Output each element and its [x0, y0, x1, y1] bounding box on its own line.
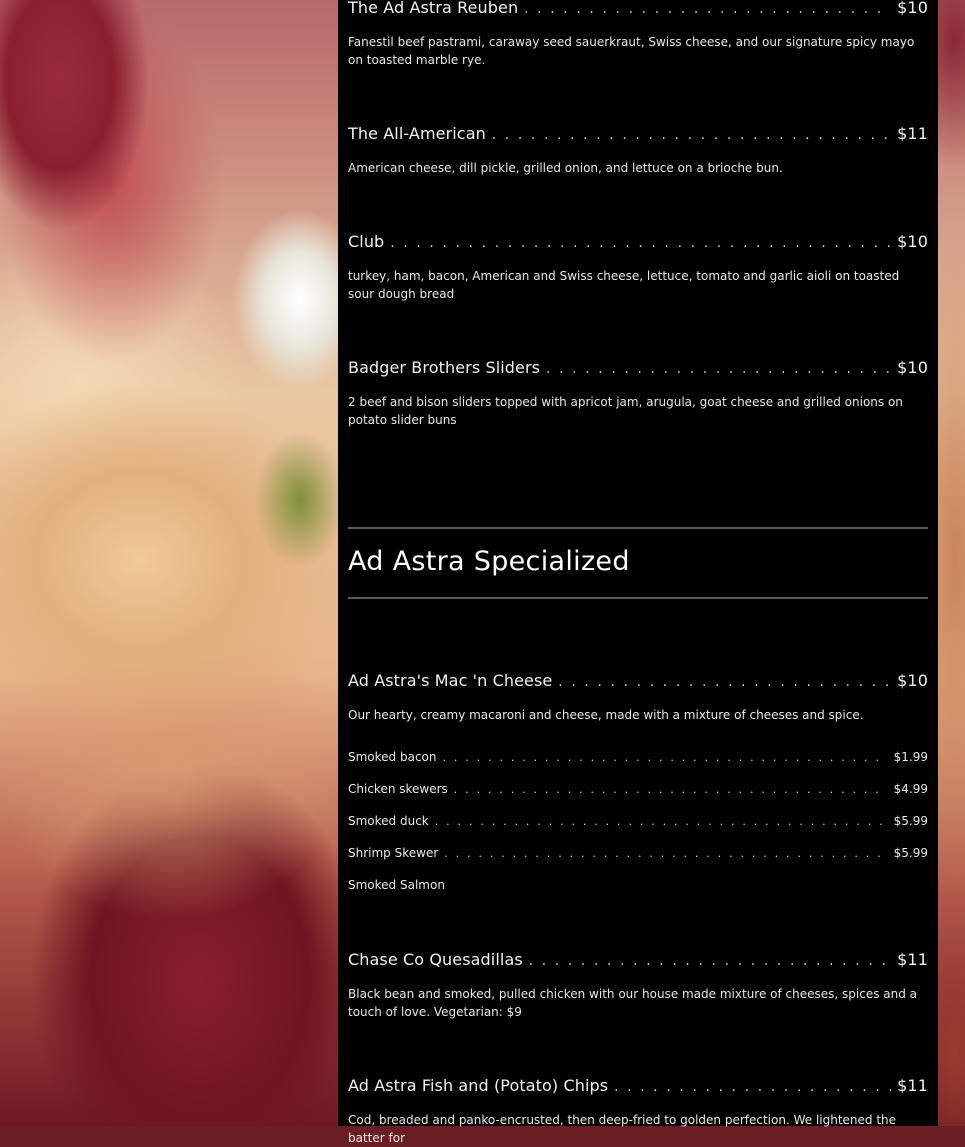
menu-item-description: Cod, breaded and panko-encrusted, then d… [348, 1113, 897, 1145]
menu-item-heading: Ad Astra's Mac 'n Cheese $10 [348, 671, 928, 693]
menu-item-description: Our hearty, creamy macaroni and cheese, … [348, 708, 864, 722]
menu-item: The Ad Astra Reuben $10 Fanestil beef pa… [348, 0, 928, 69]
menu-item-name: The Ad Astra Reuben [348, 0, 519, 17]
menu-item: Badger Brothers Sliders $10 2 beef and b… [348, 358, 928, 429]
addon-row: Chicken skewers $4.99 [348, 781, 928, 798]
menu-item-description: Black bean and smoked, pulled chicken wi… [348, 987, 918, 1019]
menu-item-description: turkey, ham, bacon, American and Swiss c… [348, 269, 900, 301]
menu-item-heading: Badger Brothers Sliders $10 [348, 358, 928, 380]
menu-item-heading: Chase Co Quesadillas $11 [348, 950, 928, 972]
section-divider-top [348, 527, 928, 529]
addon-name: Smoked Salmon [348, 878, 445, 892]
addon-price: $1.99 [893, 750, 928, 764]
addon-name: Smoked bacon [348, 750, 437, 764]
addon-price: $5.99 [893, 846, 928, 860]
dot-leader [435, 814, 884, 830]
menu-item-heading: The All-American $11 [348, 124, 928, 146]
dot-leader [524, 0, 891, 20]
menu-item-description: Fanestil beef pastrami, caraway seed sau… [348, 35, 915, 67]
dot-leader [558, 673, 891, 693]
menu-item: Ad Astra's Mac 'n Cheese $10 Our hearty,… [348, 671, 928, 724]
addon-row: Smoked duck $5.99 [348, 813, 928, 830]
menu-item-name: Club [348, 232, 385, 251]
menu-item-name: Ad Astra Fish and (Potato) Chips [348, 1076, 609, 1095]
menu-item-price: $11 [897, 950, 928, 969]
dot-leader [444, 846, 883, 862]
addon-row: Shrimp Skewer $5.99 [348, 845, 928, 862]
menu-item-price: $10 [897, 671, 928, 690]
addon-price: $5.99 [893, 814, 928, 828]
menu-item: Ad Astra Fish and (Potato) Chips $11 Cod… [348, 1076, 928, 1147]
menu-item-heading: Club $10 [348, 232, 928, 254]
addon-name: Smoked duck [348, 814, 429, 828]
dot-leader [443, 750, 884, 766]
menu-item-price: $10 [897, 0, 928, 17]
menu-item-name: The All-American [348, 124, 486, 143]
menu-item-description: American cheese, dill pickle, grilled on… [348, 161, 783, 175]
section-divider-bottom [348, 597, 928, 599]
menu-item-name: Badger Brothers Sliders [348, 358, 541, 377]
addon-row: Smoked Salmon [348, 877, 928, 893]
dot-leader [529, 952, 891, 972]
menu-item-description: 2 beef and bison sliders topped with apr… [348, 395, 903, 427]
menu-item-name: Chase Co Quesadillas [348, 950, 523, 969]
dot-leader [390, 234, 891, 254]
dot-leader [492, 126, 891, 146]
menu-item: The All-American $11 American cheese, di… [348, 124, 928, 177]
section-title: Ad Astra Specialized [348, 546, 630, 577]
dot-leader [454, 782, 884, 798]
menu-item-price: $10 [897, 358, 928, 377]
menu-item: Club $10 turkey, ham, bacon, American an… [348, 232, 928, 303]
menu-item-name: Ad Astra's Mac 'n Cheese [348, 671, 553, 690]
menu-item-heading: Ad Astra Fish and (Potato) Chips $11 [348, 1076, 928, 1098]
menu-item-price: $11 [897, 124, 928, 143]
menu-item: Chase Co Quesadillas $11 Black bean and … [348, 950, 928, 1021]
menu-item-price: $11 [897, 1076, 928, 1095]
dot-leader [614, 1078, 891, 1098]
addon-name: Chicken skewers [348, 782, 448, 796]
menu-item-price: $10 [897, 232, 928, 251]
menu-item-heading: The Ad Astra Reuben $10 [348, 0, 928, 20]
addon-name: Shrimp Skewer [348, 846, 439, 860]
dot-leader [546, 360, 891, 380]
addon-price: $4.99 [893, 782, 928, 796]
addon-row: Smoked bacon $1.99 [348, 749, 928, 766]
